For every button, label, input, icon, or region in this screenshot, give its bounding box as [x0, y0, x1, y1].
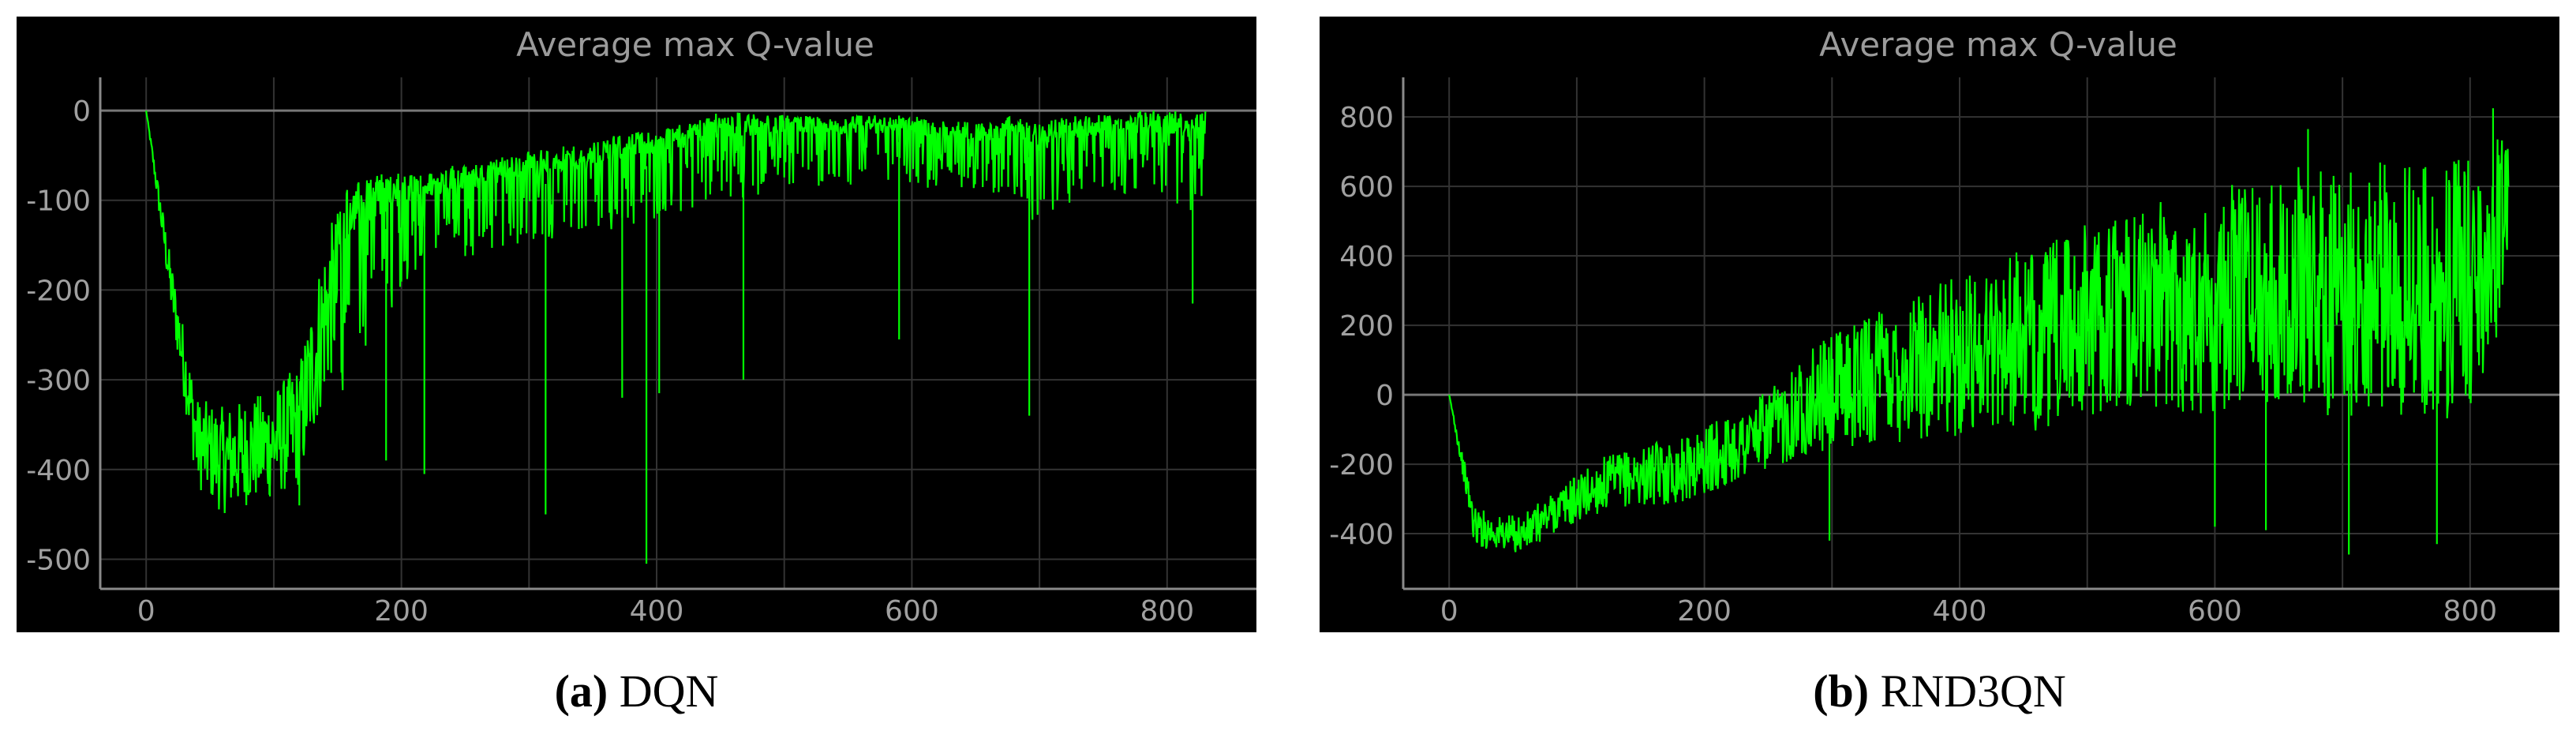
marks [146, 111, 1205, 564]
y-tick-label: 400 [1339, 241, 1394, 273]
y-tick-label: -100 [26, 186, 91, 218]
chart-panel-dqn: 0 -100 -200 -300 -400 -500 0 200 400 600 800 Avera… [17, 17, 1256, 632]
y-tick-label: -200 [1329, 449, 1394, 482]
y-tick-label: 600 [1339, 171, 1394, 204]
caption-text: DQN [620, 665, 719, 717]
y-tick-label: -200 [26, 275, 91, 307]
chart-svg-rnd3qn: 800 600 400 200 0 -200 -400 0 200 400 600 800 Avera… [1320, 17, 2559, 632]
x-tick-label: 600 [885, 595, 939, 628]
x-tick-label: 400 [1933, 595, 1987, 628]
y-tick-label: -400 [1329, 519, 1394, 551]
y-tick-label: -300 [26, 365, 91, 397]
chart-svg-dqn: 0 -100 -200 -300 -400 -500 0 200 400 600 800 Avera… [17, 17, 1256, 632]
caption-dqn: (a) DQN [17, 665, 1256, 718]
x-tick-label: 0 [1440, 595, 1458, 628]
chart-title: Average max Q-value [516, 25, 874, 64]
marks [1449, 108, 2508, 554]
y-tick-label: 200 [1339, 310, 1394, 343]
series-line [146, 111, 1205, 513]
y-tick-label: 0 [73, 96, 91, 128]
chart-panel-rnd3qn: 800 600 400 200 0 -200 -400 0 200 400 600 800 Avera… [1320, 17, 2559, 632]
y-tick-label: 800 [1339, 102, 1394, 134]
x-tick-label: 200 [1677, 595, 1732, 628]
x-tick-label: 200 [374, 595, 429, 628]
x-tick-label: 800 [2443, 595, 2497, 628]
caption-rnd3qn: (b) RND3QN [1320, 665, 2559, 718]
grid [100, 77, 1256, 589]
x-tick-label: 0 [137, 595, 155, 628]
caption-text: RND3QN [1881, 665, 2066, 717]
x-tick-label: 600 [2188, 595, 2242, 628]
x-tick-label: 800 [1140, 595, 1194, 628]
y-tick-label: -500 [26, 544, 91, 576]
y-tick-label: -400 [26, 455, 91, 487]
x-tick-label: 400 [630, 595, 684, 628]
chart-title: Average max Q-value [1819, 25, 2177, 64]
caption-label: (b) [1813, 665, 1869, 717]
y-tick-label: 0 [1376, 380, 1394, 412]
caption-label: (a) [555, 665, 608, 717]
